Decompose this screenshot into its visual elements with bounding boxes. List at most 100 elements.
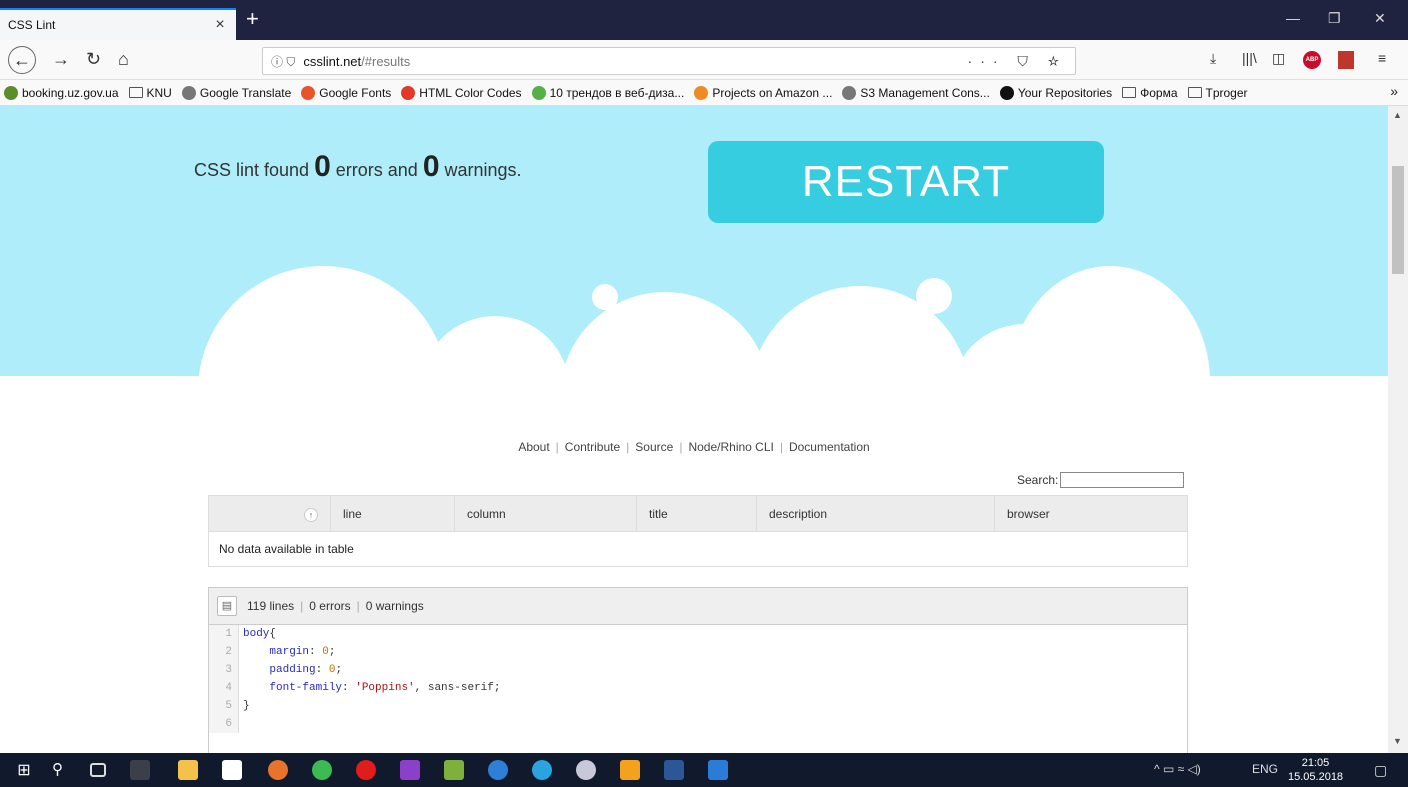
terminal-icon[interactable] (130, 760, 150, 780)
bookmark-item[interactable]: Google Fonts (301, 85, 392, 100)
visual-studio-icon[interactable] (400, 760, 420, 780)
file-explorer-icon[interactable] (178, 760, 198, 780)
opera-icon[interactable] (356, 760, 376, 780)
results-table: ↑ line column title description browser … (208, 495, 1188, 567)
app-icon[interactable] (488, 760, 508, 780)
source-code-viewer: ▤ 119 lines | 0 errors | 0 warnings 1 body{… (208, 587, 1188, 753)
chrome-icon[interactable] (312, 760, 332, 780)
sidebar-icon[interactable]: ◫ (1272, 50, 1285, 67)
column-header-line[interactable]: line (331, 496, 455, 531)
page-content: CSS lint found 0 errors and 0 warnings. … (0, 106, 1388, 753)
cloud-shape (560, 292, 770, 376)
cloud-bubble (592, 284, 618, 310)
sublime-text-icon[interactable] (620, 760, 640, 780)
bookmark-label: 10 трендов в веб-диза... (549, 85, 685, 100)
page-scrollbar[interactable]: ▲ ▼ (1388, 106, 1408, 753)
footer-link[interactable]: Contribute (565, 440, 620, 454)
bookmark-item[interactable]: Tproger (1187, 86, 1248, 100)
footer-link[interactable]: About (518, 440, 549, 454)
footer-link[interactable]: Node/Rhino CLI (688, 440, 773, 454)
windows-start-icon[interactable]: ⊞ (14, 760, 34, 780)
bookmark-label: Your Repositories (1017, 85, 1113, 100)
column-header-column[interactable]: column (455, 496, 637, 531)
column-header-title[interactable]: title (637, 496, 757, 531)
minimize-icon[interactable]: — (1286, 10, 1300, 26)
notifications-icon[interactable]: ▢ (1374, 762, 1387, 779)
footer-link[interactable]: Documentation (789, 440, 870, 454)
code-line: 3 padding: 0; (209, 661, 1187, 679)
bookmark-label: HTML Color Codes (419, 85, 522, 100)
app-icon[interactable] (708, 760, 728, 780)
bookmark-item[interactable]: KNU (128, 85, 172, 100)
search-icon[interactable]: ⚲ (52, 760, 72, 780)
bookmark-item[interactable]: Google Translate (181, 85, 292, 100)
bookmark-item[interactable]: S3 Management Cons... (842, 85, 990, 100)
pdf-extension-icon[interactable] (1338, 51, 1354, 69)
bookmark-label: Google Translate (199, 85, 292, 100)
windows-taskbar: ⊞ ⚲ ^ ▭ ≈ ◁) ENG 21:05 15.05.2018 ▢ (0, 753, 1408, 787)
url-bar[interactable]: ⓘ ⛉ csslint.net/#results ··· ⛉ ☆ (262, 47, 1076, 75)
column-header-description[interactable]: description (757, 496, 995, 531)
bookmark-item[interactable]: Projects on Amazon ... (694, 85, 833, 100)
tab-close-icon[interactable]: × (212, 16, 228, 34)
app-icon[interactable] (576, 760, 596, 780)
code-line: 2 margin: 0; (209, 643, 1187, 661)
language-indicator[interactable]: ENG (1252, 762, 1278, 776)
system-clock[interactable]: 21:05 15.05.2018 (1288, 756, 1343, 784)
close-window-icon[interactable]: ✕ (1374, 10, 1386, 27)
bookmark-label: Projects on Amazon ... (712, 85, 833, 100)
bookmark-label: Форма (1140, 85, 1178, 100)
site-info-icon[interactable]: ⓘ ⛉ (271, 53, 295, 70)
scrollbar-thumb[interactable] (1392, 166, 1404, 274)
menu-hamburger-icon[interactable]: ≡ (1378, 50, 1386, 66)
url-text[interactable]: csslint.net/#results (303, 54, 967, 69)
scroll-down-icon[interactable]: ▼ (1393, 736, 1402, 746)
link-separator: | (626, 440, 630, 454)
table-header: ↑ line column title description browser (209, 496, 1187, 532)
footer-links: About | Contribute | Source | Node/Rhino CLI | D… (0, 440, 1388, 454)
html-color-codes-icon (401, 85, 416, 100)
reload-icon[interactable]: ↻ (86, 48, 101, 70)
link-separator: | (555, 440, 559, 454)
restore-icon[interactable]: ❐ (1328, 10, 1341, 27)
error-summary: 0 errors (309, 599, 351, 613)
task-view-icon[interactable] (90, 763, 106, 777)
bookmark-item[interactable]: Your Repositories (999, 85, 1113, 100)
bookmark-label: KNU (146, 85, 172, 100)
library-icon[interactable]: |||\ (1242, 50, 1257, 66)
bookmark-item[interactable]: Форма (1122, 85, 1178, 100)
app-icon[interactable] (444, 760, 464, 780)
booking-favicon (4, 85, 18, 100)
bookmarks-overflow-icon[interactable]: » (1390, 83, 1398, 99)
store-icon[interactable] (222, 760, 242, 780)
bookmark-label: Google Fonts (319, 85, 392, 100)
search-label: Search: (1017, 473, 1059, 487)
footer-link[interactable]: Source (635, 440, 673, 454)
forward-button-icon[interactable]: → (52, 48, 70, 70)
search-input[interactable] (1060, 472, 1185, 488)
bookmark-item[interactable]: booking.uz.gov.ua (4, 85, 119, 100)
word-icon[interactable] (664, 760, 684, 780)
page-actions-icons[interactable]: ··· ⛉ ☆ (968, 53, 1067, 70)
adblock-plus-icon[interactable]: ABP (1303, 51, 1321, 69)
file-icon[interactable]: ▤ (217, 596, 237, 616)
column-header-browser[interactable]: browser (995, 496, 1187, 531)
browser-tab[interactable]: CSS Lint × (0, 8, 236, 40)
downloads-icon[interactable]: ⤓ (1210, 50, 1216, 67)
warning-summary: 0 warnings (365, 599, 424, 613)
telegram-icon[interactable] (532, 760, 552, 780)
code-lines: 1 body{ 2 margin: 0; 3 padding: 0; 4 font… (209, 625, 1187, 733)
sort-arrow-icon[interactable]: ↑ (304, 508, 318, 522)
bookmark-item[interactable]: HTML Color Codes (401, 85, 522, 100)
scroll-up-icon[interactable]: ▲ (1393, 110, 1402, 120)
restart-button[interactable]: RESTART (708, 141, 1104, 223)
link-separator: | (779, 440, 783, 454)
firefox-icon[interactable] (268, 760, 288, 780)
cloud-bubble (916, 278, 952, 314)
bookmark-item[interactable]: 10 трендов в веб-диза... (531, 85, 685, 100)
sort-column-header[interactable]: ↑ (209, 496, 331, 531)
home-icon[interactable]: ⌂ (118, 48, 129, 70)
back-button-icon[interactable]: ← (8, 46, 36, 74)
new-tab-button[interactable]: + (246, 8, 259, 30)
tray-icons[interactable]: ^ ▭ ≈ ◁) (1154, 762, 1201, 776)
